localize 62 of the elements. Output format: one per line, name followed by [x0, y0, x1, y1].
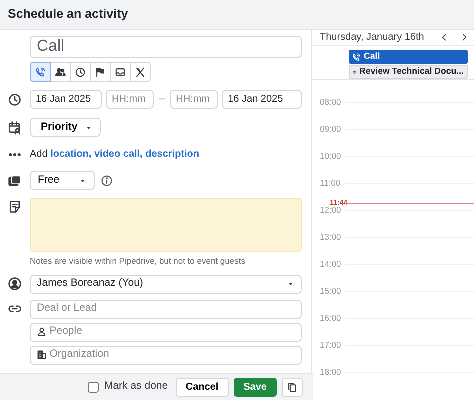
subject-field[interactable]: Call [30, 36, 302, 58]
flag-icon [95, 66, 106, 78]
mark-done-label: Mark as done [104, 379, 168, 394]
activity-type-button[interactable] [130, 62, 151, 82]
hour-label: 14:00 [319, 258, 342, 271]
calendar-event[interactable]: Review Technical Docu... [349, 65, 468, 79]
mark-done-checkbox[interactable] [88, 382, 99, 392]
next-day-button[interactable] [460, 33, 469, 42]
hour-label: 18:00 [319, 366, 342, 379]
copy-button[interactable] [282, 378, 303, 396]
priority-select[interactable]: Priority [30, 118, 101, 137]
time-field[interactable]: HH:mm [106, 90, 154, 109]
time-field[interactable]: HH:mm [170, 90, 218, 109]
hour-label: 09:00 [319, 123, 342, 136]
deal-field[interactable]: Deal or Lead [30, 300, 302, 319]
hour-label: 16:00 [319, 312, 342, 325]
activity-type-button[interactable] [70, 62, 91, 82]
hour-label: 17:00 [319, 339, 342, 352]
detail-link[interactable]: video call, [94, 149, 143, 160]
clock-icon [75, 66, 86, 78]
owner-select[interactable]: James Boreanaz (You) [30, 274, 302, 294]
person-icon [37, 327, 47, 338]
notes-hint: Notes are visible within Pipedrive, but not to event guests [30, 255, 246, 268]
activity-type-button[interactable] [90, 62, 111, 82]
detail-link[interactable]: description [146, 149, 200, 160]
building-icon [37, 350, 47, 360]
previous-day-button[interactable] [440, 33, 449, 42]
availability-icon [8, 174, 22, 188]
chevron-right-icon [460, 33, 469, 42]
hour-label: 13:00 [319, 231, 342, 244]
people-icon [55, 66, 66, 78]
date-field[interactable]: 16 Jan 2025 [30, 90, 102, 109]
calendar-icon [8, 120, 22, 134]
people-field[interactable]: People [30, 322, 302, 342]
hour-label: 15:00 [319, 285, 342, 298]
user-icon [8, 277, 22, 292]
activity-type-button[interactable] [110, 62, 131, 82]
inbox-icon [115, 66, 126, 78]
phone-icon [35, 66, 46, 78]
chevron-left-icon [440, 33, 449, 42]
detail-link[interactable]: location, [50, 149, 92, 160]
note-icon [8, 200, 22, 214]
cancel-button[interactable]: Cancel [176, 378, 229, 396]
info-icon [100, 174, 112, 186]
copy-icon [287, 382, 298, 392]
range-separator: – [159, 92, 166, 108]
phone-icon [352, 52, 361, 62]
activity-type-button[interactable] [50, 62, 71, 82]
organization-field[interactable]: Organization [30, 346, 302, 365]
clock-icon [8, 92, 22, 106]
date-field[interactable]: 16 Jan 2025 [222, 90, 302, 109]
notes-field[interactable] [30, 198, 302, 252]
hour-label: 08:00 [319, 96, 342, 109]
calendar-event[interactable]: Call [349, 50, 468, 64]
hour-label: 10:00 [319, 150, 342, 163]
hour-label: 11:00 [319, 177, 342, 190]
availability-select[interactable]: Free [30, 171, 95, 190]
save-button[interactable]: Save [234, 378, 277, 396]
dialog-title: Schedule an activity [8, 6, 128, 24]
hour-label: 12:00 [319, 205, 342, 217]
add-details-text: Add location, video call, description [30, 148, 200, 162]
calendar-date: Thursday, January 16th [320, 31, 426, 45]
